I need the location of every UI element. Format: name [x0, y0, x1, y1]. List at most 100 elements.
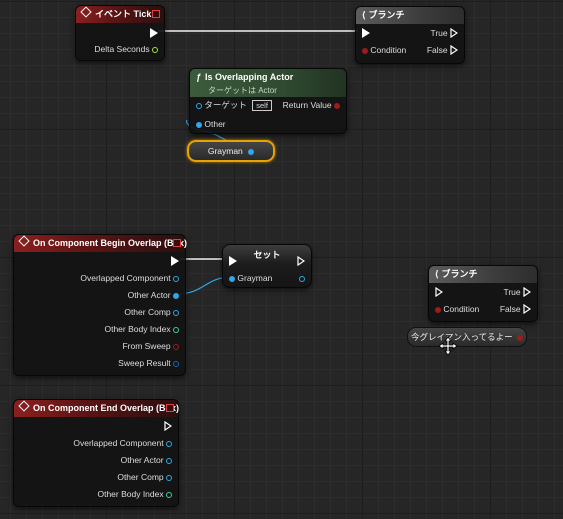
exec-out-hollow-icon [523, 287, 531, 297]
float-pin-icon [152, 47, 158, 53]
event-tick-exec-out[interactable] [150, 27, 158, 39]
set-grayman-node[interactable]: セット Grayman [222, 244, 312, 288]
begin-overlap-title: On Component Begin Overlap (Box) [33, 238, 188, 248]
delta-seconds-pin[interactable]: Delta Seconds [94, 43, 158, 55]
object-pin-icon [196, 103, 202, 109]
is-overlapping-header[interactable]: ƒ Is Overlapping Actor ターゲットは Actor [190, 69, 346, 97]
pin-label: Other Comp [124, 307, 171, 317]
object-pin-icon [166, 441, 172, 447]
true-label: True [430, 28, 448, 38]
other-pin[interactable]: Other [196, 118, 226, 130]
event-tick-title: イベント Tick [95, 9, 152, 19]
object-pin-icon [173, 276, 179, 282]
pin-label: Other Comp [117, 472, 164, 482]
pin-label: Overlapped Component [73, 438, 164, 448]
object-pin-icon [173, 293, 179, 299]
exec-out-icon [171, 256, 179, 266]
return-value-label: Return Value [282, 100, 332, 110]
pin-label: Other Body Index [104, 324, 171, 334]
end-overlap-title: On Component End Overlap (Box) [33, 403, 180, 413]
function-icon: ƒ [196, 72, 202, 82]
self-default-box[interactable]: self [252, 100, 272, 111]
set-grayman-output-pin[interactable] [299, 272, 305, 284]
begin-overlap-exec-out[interactable] [171, 255, 179, 267]
other-label: Other [204, 119, 226, 129]
exec-in-hollow-icon [435, 287, 443, 297]
event-icon [18, 400, 30, 412]
pin-label: From Sweep [122, 341, 171, 351]
branch-bottom-false-pin[interactable]: False [500, 303, 531, 315]
delta-seconds-label: Delta Seconds [94, 44, 150, 54]
other-actor-pin[interactable]: Other Actor [121, 454, 172, 466]
event-tick-header[interactable]: イベント Tick [76, 6, 164, 23]
from-sweep-pin[interactable]: From Sweep [122, 340, 179, 352]
branch-top-header[interactable]: ⟨ ブランチ [356, 7, 464, 24]
branch-bottom-true-pin[interactable]: True [503, 286, 531, 298]
branch-bottom-title: ブランチ [441, 269, 478, 279]
end-overlap-node[interactable]: On Component End Overlap (Box) Overlappe… [13, 399, 179, 507]
exec-out-hollow-icon [523, 304, 531, 314]
begin-overlap-node[interactable]: On Component Begin Overlap (Box) Overlap… [13, 234, 188, 376]
is-overlapping-actor-node[interactable]: ƒ Is Overlapping Actor ターゲットは Actor ターゲット… [189, 68, 347, 134]
false-label: False [499, 304, 521, 314]
bool-pin-icon [435, 307, 441, 313]
overlapped-component-pin[interactable]: Overlapped Component [80, 272, 179, 284]
end-overlap-header[interactable]: On Component End Overlap (Box) [14, 400, 180, 417]
set-grayman-input-pin[interactable]: Grayman [229, 272, 272, 284]
begin-overlap-header[interactable]: On Component Begin Overlap (Box) [14, 235, 188, 252]
set-exec-out[interactable] [297, 255, 305, 267]
other-actor-pin[interactable]: Other Actor [128, 289, 179, 301]
exec-out-hollow-icon [297, 256, 305, 266]
branch-node-bottom[interactable]: ⟨ ブランチ True Condition False [428, 265, 538, 322]
exec-out-hollow-icon [450, 45, 458, 55]
branch-icon: ⟨ [435, 269, 439, 279]
condition-label: Condition [443, 304, 480, 314]
bool-pin-icon [362, 48, 368, 54]
other-body-index-pin[interactable]: Other Body Index [97, 488, 172, 500]
branch-node-top[interactable]: ⟨ ブランチ True Condition False [355, 6, 465, 64]
branch-top-false-pin[interactable]: False [427, 44, 458, 56]
grayman-in-getter-label: 今グレイマン入ってるよー [411, 332, 513, 342]
target-pin[interactable]: ターゲット self [196, 99, 272, 111]
branch-top-title: ブランチ [368, 10, 405, 20]
move-cursor-icon [438, 336, 458, 356]
exec-in-icon [229, 256, 237, 266]
is-overlapping-title: Is Overlapping Actor [205, 72, 294, 82]
set-grayman-label: Grayman [237, 273, 273, 283]
return-value-pin[interactable]: Return Value [283, 99, 340, 111]
bool-pin-icon[interactable] [516, 335, 523, 341]
grayman-getter-node[interactable]: Grayman [187, 140, 275, 162]
event-icon [18, 235, 30, 247]
false-label: False [426, 45, 448, 55]
exec-out-hollow-icon [450, 28, 458, 38]
overlapped-component-pin[interactable]: Overlapped Component [73, 437, 172, 449]
object-pin-icon [173, 310, 179, 316]
other-comp-pin[interactable]: Other Comp [117, 471, 172, 483]
branch-bottom-header[interactable]: ⟨ ブランチ [429, 266, 537, 283]
event-tick-node[interactable]: イベント Tick Delta Seconds [75, 5, 165, 61]
branch-top-true-pin[interactable]: True [430, 27, 458, 39]
branch-top-condition-pin[interactable]: Condition [362, 44, 406, 56]
other-body-index-pin[interactable]: Other Body Index [104, 323, 179, 335]
int-pin-icon [166, 492, 172, 498]
set-exec-in[interactable] [229, 255, 237, 267]
object-pin-icon [196, 122, 202, 128]
exec-in-icon [362, 28, 370, 38]
branch-bottom-condition-pin[interactable]: Condition [435, 303, 479, 315]
end-overlap-exec-out[interactable] [164, 420, 172, 432]
object-pin-icon [299, 276, 305, 282]
branch-bottom-exec-in[interactable] [435, 286, 443, 298]
true-label: True [503, 287, 521, 297]
exec-out-icon [150, 28, 158, 38]
pin-label: Sweep Result [118, 358, 171, 368]
target-label: ターゲット [204, 100, 247, 110]
other-comp-pin[interactable]: Other Comp [124, 306, 179, 318]
pin-label: Other Actor [120, 455, 164, 465]
grayman-in-getter-node[interactable]: 今グレイマン入ってるよー [407, 327, 527, 347]
branch-top-exec-in[interactable] [362, 27, 370, 39]
object-pin-icon [166, 475, 172, 481]
is-overlapping-subtitle: ターゲットは Actor [208, 86, 277, 95]
object-pin-icon[interactable] [248, 149, 255, 155]
object-pin-icon [229, 276, 235, 282]
sweep-result-pin[interactable]: Sweep Result [118, 357, 179, 369]
